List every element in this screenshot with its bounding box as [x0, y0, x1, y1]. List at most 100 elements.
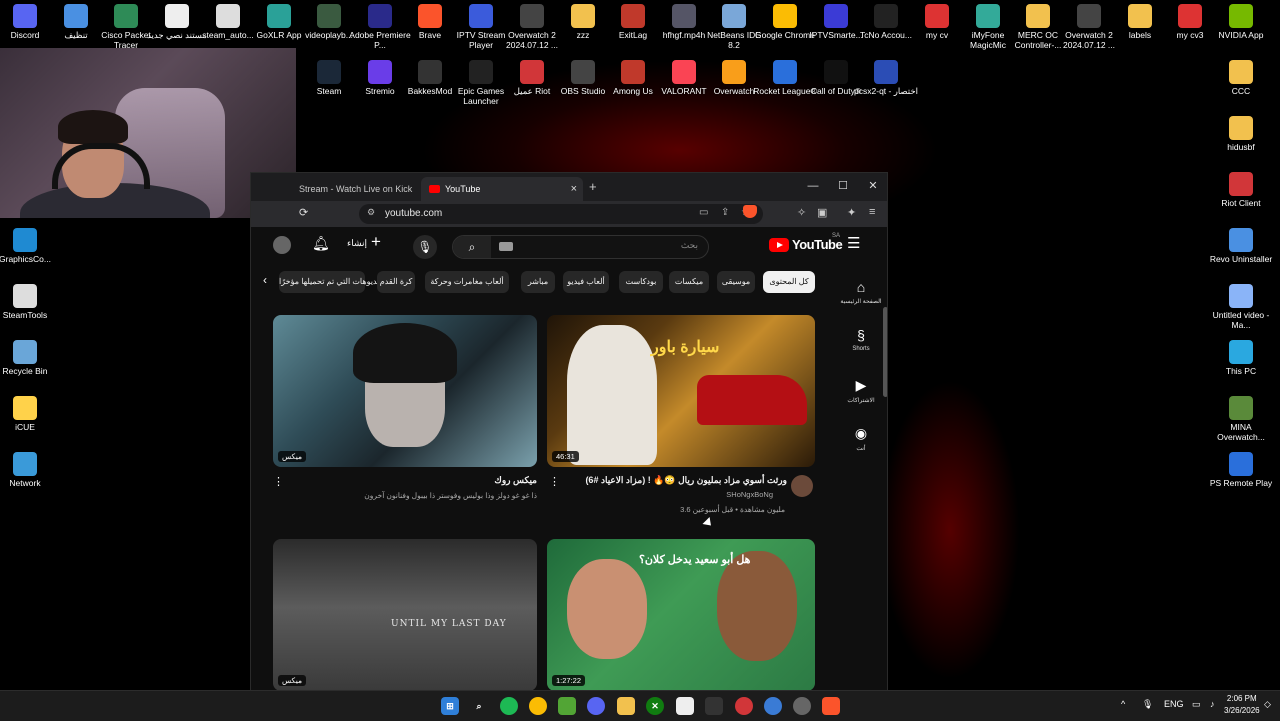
app-icon — [1026, 4, 1050, 28]
app-icon — [368, 4, 392, 28]
steam-icon[interactable] — [764, 697, 782, 715]
desktop-icon-label: pcsx2-qt - اختصار — [854, 86, 918, 96]
video-title[interactable]: ميكس روك — [494, 475, 537, 486]
close-window-button[interactable]: ✕ — [858, 177, 888, 195]
tab-youtube[interactable]: YouTube × — [421, 177, 583, 201]
account-avatar[interactable] — [273, 236, 291, 254]
url-text: youtube.com — [385, 208, 443, 219]
desktop-icon[interactable]: This PC — [1207, 336, 1275, 390]
keyboard-icon[interactable] — [499, 242, 513, 251]
create-plus-icon[interactable]: + — [371, 232, 381, 252]
video-card[interactable]: ميكس ميكس روك ذا غو غو دولز وذا بولیس وف… — [273, 315, 537, 515]
tab-kick[interactable]: Stream - Watch Live on Kick — [297, 177, 419, 201]
create-label[interactable]: إنشاء — [347, 238, 367, 249]
video-thumbnail[interactable]: سيارة باور 46:31 — [547, 315, 815, 467]
close-tab-icon[interactable]: × — [571, 177, 577, 201]
new-tab-button[interactable]: + — [589, 177, 597, 197]
desktop-icon[interactable]: pcsx2-qt - اختصار — [852, 56, 920, 110]
desktop-icon[interactable]: Revo Uninstaller — [1207, 224, 1275, 278]
leo-ai-icon[interactable]: ✦ — [847, 206, 856, 219]
channel-avatar[interactable] — [791, 475, 813, 497]
desktop-icon[interactable]: Network — [0, 448, 59, 502]
desktop-icon[interactable]: iCUE — [0, 392, 59, 446]
file-icon[interactable] — [676, 697, 694, 715]
extensions-icon[interactable]: ✧ — [797, 206, 806, 219]
cast-icon[interactable]: ▭ — [699, 207, 708, 218]
notifications-icon[interactable]: 🔔︎ — [312, 235, 330, 252]
chip[interactable]: الفيديوهات التي تم تحميلها مؤخرًا — [279, 271, 388, 293]
start-icon[interactable]: ⊞ — [441, 697, 459, 715]
guide-menu-icon[interactable]: ☰ — [847, 234, 860, 252]
minimize-button[interactable]: — — [798, 177, 828, 195]
search-icon[interactable]: ⌕ — [470, 697, 488, 715]
video-thumbnail[interactable]: UNTIL MY LAST DAY ميكس — [273, 539, 537, 691]
spotify-icon[interactable] — [500, 697, 518, 715]
desktop-icon[interactable]: Riot Client — [1207, 168, 1275, 222]
chip[interactable]: موسيقى — [717, 271, 755, 293]
chip[interactable]: مباشر — [521, 271, 555, 293]
chip[interactable]: بودكاست — [619, 271, 663, 293]
desktop-icon[interactable]: Recycle Bin — [0, 336, 59, 390]
chip-all[interactable]: كل المحتوى — [763, 271, 815, 293]
language-indicator[interactable]: ENG — [1164, 699, 1184, 709]
shorts-icon: § — [857, 327, 865, 343]
chip[interactable]: ألعاب مغامرات وحركة — [425, 271, 509, 293]
desktop-icon[interactable]: MINA Overwatch... — [1207, 392, 1275, 446]
desktop-icon[interactable]: GraphicsCo... — [0, 224, 59, 278]
microphone-icon[interactable]: 🎙︎ — [1142, 699, 1153, 710]
maximize-button[interactable]: ☐ — [828, 177, 858, 195]
desktop-icon[interactable]: CCC — [1207, 56, 1275, 110]
desktop-icon[interactable]: hidusbf — [1207, 112, 1275, 166]
app-icon — [1229, 4, 1253, 28]
desktop-icon[interactable]: PS Remote Play — [1207, 448, 1275, 502]
desktop-icon-label: Network — [9, 478, 41, 488]
more-options-icon[interactable]: ⋮ — [273, 475, 284, 488]
volume-icon[interactable]: ♪ — [1210, 699, 1215, 709]
page-scrollbar[interactable] — [883, 307, 887, 397]
chevron-up-icon[interactable]: ^ — [1121, 699, 1125, 709]
video-thumbnail[interactable]: ميكس — [273, 315, 537, 467]
desktop-icon[interactable]: SteamTools — [0, 280, 59, 334]
app-icon — [722, 60, 746, 84]
search-icon[interactable]: ⌕ — [453, 236, 491, 258]
search-box[interactable]: ⌕ بحث — [452, 235, 709, 259]
site-info-icon[interactable]: ⚙ — [367, 207, 375, 218]
riot-icon[interactable] — [735, 697, 753, 715]
file-explorer-icon[interactable] — [617, 697, 635, 715]
tab-label: YouTube — [445, 184, 481, 194]
brave-icon[interactable] — [822, 697, 840, 715]
menu-icon[interactable]: ≡ — [869, 206, 875, 218]
video-card[interactable]: هل أبو سعيد يدخل كلان؟ 1:27:22 — [547, 539, 817, 691]
discord-icon[interactable] — [587, 697, 605, 715]
sidebar-toggle-icon[interactable]: ▣ — [817, 206, 827, 219]
thumbnail-person — [717, 551, 797, 661]
voice-search-icon[interactable]: 🎙︎ — [413, 235, 437, 259]
reload-icon[interactable]: ⟳ — [299, 206, 308, 219]
video-thumbnail[interactable]: هل أبو سعيد يدخل كلان؟ 1:27:22 — [547, 539, 815, 691]
guide-shorts[interactable]: § Shorts — [833, 327, 887, 352]
guide-you[interactable]: ◉ أنت — [833, 425, 887, 452]
more-options-icon[interactable]: ⋮ — [549, 475, 560, 488]
chip[interactable]: كرة القدم — [377, 271, 415, 293]
video-card[interactable]: UNTIL MY LAST DAY ميكس — [273, 539, 537, 691]
chip[interactable]: ميكسات — [669, 271, 709, 293]
chip[interactable]: ألعاب فيديو — [563, 271, 609, 293]
xbox-icon[interactable]: ✕ — [646, 697, 664, 715]
guide-subscriptions[interactable]: ▶ الاشتراكات — [833, 377, 887, 404]
notifications-icon[interactable]: ◇ — [1264, 699, 1271, 710]
address-bar[interactable]: ⚙ youtube.com ▭ ⇪ ☆ — [359, 204, 763, 224]
channel-name[interactable]: SHoNgxBoNg — [726, 490, 773, 499]
desktop-icon[interactable]: Untitled video - Ma... — [1207, 280, 1275, 334]
video-title[interactable]: (6# ورثت أسوي مزاد بمليون ريال 😳🔥 ! (مزا… — [585, 475, 787, 486]
clock[interactable]: 2:06 PM 3/26/2026 — [1224, 693, 1260, 717]
guide-home[interactable]: ⌂ الصفحة الرئيسية — [833, 279, 887, 305]
epic-games-icon[interactable] — [705, 697, 723, 715]
chrome-icon[interactable] — [529, 697, 547, 715]
video-card[interactable]: سيارة باور 46:31 (6# ورثت أسوي مزاد بملي… — [547, 315, 817, 515]
minecraft-icon[interactable] — [558, 697, 576, 715]
desktop-icon[interactable]: NVIDIA App — [1207, 0, 1275, 54]
chevron-left-icon[interactable]: ‹ — [263, 273, 267, 287]
share-icon[interactable]: ⇪ — [721, 207, 729, 218]
network-icon[interactable]: ▭ — [1192, 699, 1201, 710]
overwatch-icon[interactable] — [793, 697, 811, 715]
